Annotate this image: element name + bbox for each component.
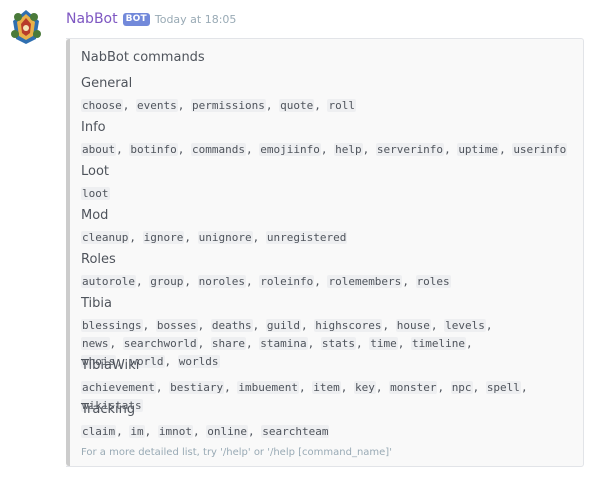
field-value-info: about, botinfo, commands, emojiinfo, hel…	[81, 143, 568, 156]
command-code: choose	[81, 99, 123, 112]
command-code: house	[395, 319, 431, 332]
field-value-tibia: blessings, bosses, deaths, guild, highsc…	[81, 319, 493, 368]
command-code: cleanup	[81, 231, 130, 244]
field-value-tibiawiki: achievement, bestiary, imbuement, item, …	[81, 381, 528, 412]
command-code: group	[149, 275, 185, 288]
command-code: imbuement	[237, 381, 299, 394]
command-code: timeline	[410, 337, 466, 350]
command-code: worlds	[177, 355, 220, 368]
command-code: unregistered	[265, 231, 348, 244]
command-code: item	[312, 381, 341, 394]
command-code: searchworld	[122, 337, 198, 350]
command-code: searchteam	[261, 425, 330, 438]
field-value-roles: autorole, group, noroles, roleinfo, role…	[81, 275, 451, 288]
command-code: deaths	[210, 319, 253, 332]
command-code: roll	[327, 99, 356, 112]
command-code: autorole	[81, 275, 136, 288]
command-code: bestiary	[169, 381, 225, 394]
command-code: botinfo	[129, 143, 178, 156]
command-code: levels	[444, 319, 486, 332]
command-code: online	[206, 425, 248, 438]
field-name-tibiawiki: TibiaWiki	[81, 358, 140, 373]
command-code: time	[369, 337, 398, 350]
command-code: claim	[81, 425, 117, 438]
embed-color-bar	[66, 39, 70, 466]
command-code: im	[129, 425, 145, 438]
field-name-tibia: Tibia	[81, 296, 112, 311]
field-name-general: General	[81, 76, 133, 91]
command-code: stamina	[259, 337, 308, 350]
command-code: monster	[389, 381, 438, 394]
command-code: guild	[265, 319, 301, 332]
field-name-mod: Mod	[81, 208, 109, 223]
command-code: userinfo	[512, 143, 568, 156]
command-code: rolemembers	[327, 275, 403, 288]
command-code: spell	[485, 381, 521, 394]
bot-tag-badge: BOT	[122, 12, 150, 26]
command-code: loot	[81, 187, 110, 200]
command-code: help	[334, 143, 363, 156]
command-code: bosses	[155, 319, 198, 332]
command-code: ignore	[142, 231, 185, 244]
command-code: news	[81, 337, 110, 350]
command-code: npc	[450, 381, 473, 394]
message-header: NabBot BOT Today at 18:05	[66, 9, 236, 29]
field-name-info: Info	[81, 120, 106, 135]
command-code: permissions	[191, 99, 266, 112]
command-code: stats	[320, 337, 356, 350]
embed-title: NabBot commands	[81, 50, 205, 65]
message-timestamp: Today at 18:05	[154, 12, 237, 26]
command-code: quote	[279, 99, 315, 112]
field-value-mod: cleanup, ignore, unignore, unregistered	[81, 231, 348, 244]
command-code: blessings	[81, 319, 143, 332]
command-code: key	[353, 381, 376, 394]
field-name-loot: Loot	[81, 164, 110, 179]
command-code: uptime	[457, 143, 500, 156]
field-name-tracking: Tracking	[81, 402, 136, 417]
username[interactable]: NabBot	[66, 11, 118, 27]
command-code: noroles	[197, 275, 246, 288]
commands-embed: NabBot commands General choose, events, …	[66, 38, 584, 467]
command-code: events	[136, 99, 178, 112]
command-code: serverinfo	[375, 143, 445, 156]
command-code: roleinfo	[259, 275, 315, 288]
command-code: imnot	[157, 425, 193, 438]
field-value-tracking: claim, im, imnot, online, searchteam	[81, 425, 330, 438]
command-code: achievement	[81, 381, 156, 394]
command-code: emojiinfo	[259, 143, 321, 156]
command-code: commands	[190, 143, 246, 156]
field-value-loot: loot	[81, 185, 571, 203]
field-name-roles: Roles	[81, 252, 116, 267]
field-value-general: choose, events, permissions, quote, roll	[81, 99, 356, 112]
command-code: roles	[415, 275, 451, 288]
command-code: share	[210, 337, 246, 350]
embed-footer: For a more detailed list, try '/help' or…	[81, 447, 392, 458]
nabbot-avatar-icon[interactable]	[6, 7, 46, 47]
command-code: highscores	[314, 319, 383, 332]
command-code: about	[81, 143, 117, 156]
command-code: unignore	[197, 231, 253, 244]
